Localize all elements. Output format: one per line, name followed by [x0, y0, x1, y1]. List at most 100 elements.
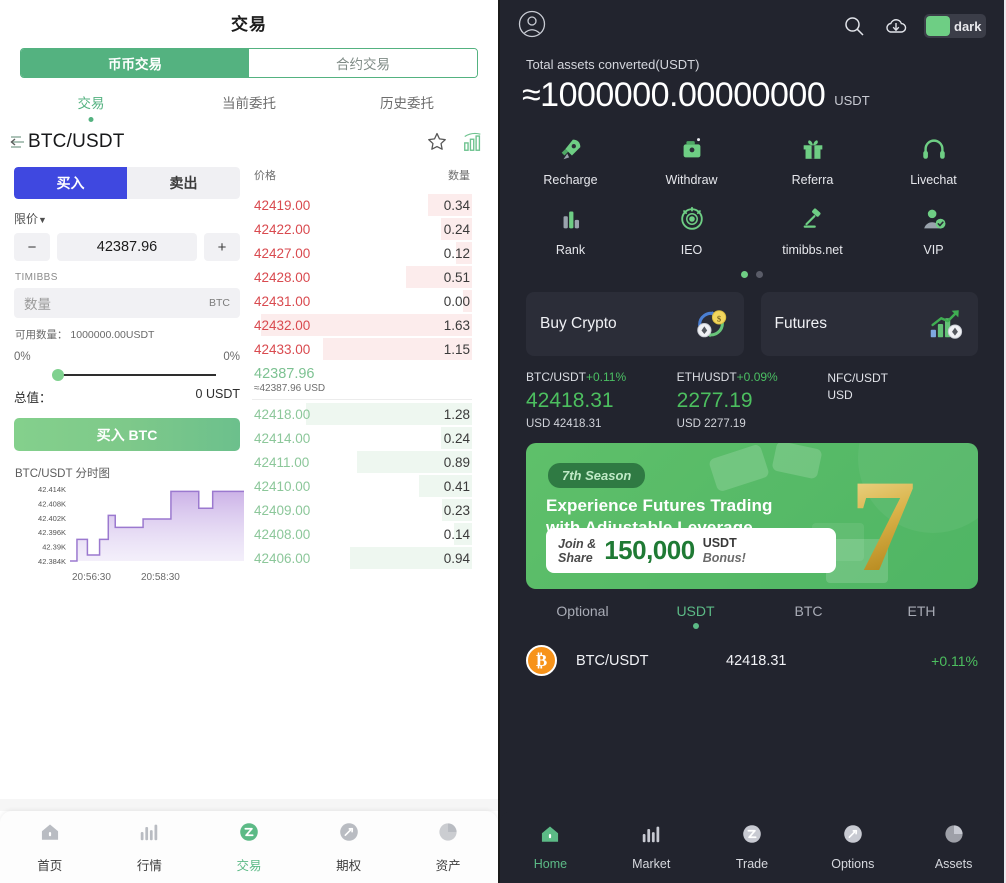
order-price: 42414.00 [254, 430, 311, 446]
market-change: +0.11% [931, 652, 978, 669]
banner-headline-line1: Experience Futures Trading [546, 496, 773, 515]
chart-y-label: 42.414K [38, 485, 66, 494]
carousel-dots[interactable] [500, 271, 1004, 278]
search-icon[interactable] [842, 14, 866, 38]
order-type-select[interactable]: 限价▼ [14, 210, 240, 227]
futures-card[interactable]: Futures [760, 292, 978, 356]
mid-price-block: 42387.96 ≈42387.96 USD [252, 361, 472, 396]
segment-spot[interactable]: 币币交易 [21, 49, 249, 77]
order-book-row[interactable]: 42414.00 0.24 [252, 426, 472, 450]
order-book-row[interactable]: 42411.00 0.89 [252, 450, 472, 474]
carousel-dot-1[interactable] [756, 271, 763, 278]
slider-knob[interactable] [52, 369, 64, 381]
tab-trade[interactable]: 交易 [12, 92, 170, 123]
order-book-row[interactable]: 42431.00 0.00 [252, 289, 472, 313]
buy-crypto-card[interactable]: Buy Crypto $ [526, 292, 744, 356]
order-tabs[interactable]: 交易 当前委托 历史委托 [0, 92, 498, 123]
back-arrow-icon[interactable] [10, 135, 26, 149]
market-tab-BTC[interactable]: BTC [752, 603, 865, 631]
slider-track[interactable] [58, 374, 216, 376]
shortcut-VIP[interactable]: VIP [873, 205, 994, 257]
nav-item-期权[interactable]: 期权 [299, 821, 399, 874]
market-tab-Optional[interactable]: Optional [526, 603, 639, 631]
nav-item-Market[interactable]: Market [601, 823, 702, 871]
order-book-row[interactable]: 42418.00 1.28 [252, 402, 472, 426]
order-book-row[interactable]: 42433.00 1.15 [252, 337, 472, 361]
banner-share: Share [558, 550, 593, 565]
chart-bars-icon[interactable] [462, 131, 484, 153]
price-input[interactable]: 42387.96 [57, 233, 197, 261]
nav-item-交易[interactable]: 交易 [199, 821, 299, 874]
market-tab-ETH[interactable]: ETH [865, 603, 978, 631]
shortcut-label: Livechat [910, 173, 957, 187]
feature-cards[interactable]: Buy Crypto $ Futures [500, 278, 1004, 356]
order-book-row[interactable]: 42427.00 0.12 [252, 241, 472, 265]
mini-chart-title: BTC/USDT 分时图 [15, 468, 110, 480]
promo-banner[interactable]: 7 7th Season Experience Futures Trading … [526, 443, 978, 589]
shortcut-Rank[interactable]: Rank [510, 205, 631, 257]
nav-item-行情[interactable]: 行情 [100, 821, 200, 874]
shortcut-grid[interactable]: Recharge Withdraw Referra Livechat Rank IEO ti… [500, 115, 1004, 275]
shortcut-Withdraw[interactable]: Withdraw [631, 135, 752, 187]
shortcut-IEO[interactable]: IEO [631, 205, 752, 257]
order-book-row[interactable]: 42409.00 0.23 [252, 498, 472, 522]
order-book-row[interactable]: 42406.00 0.94 [252, 546, 472, 570]
toggle-knob[interactable] [926, 16, 950, 36]
ticker-row[interactable]: BTC/USDT+0.11% 42418.31 USD 42418.31 ETH/US… [500, 356, 1004, 430]
order-price: 42419.00 [254, 197, 311, 213]
buy-sell-toggle[interactable]: 买入 卖出 [14, 167, 240, 199]
nav-item-资产[interactable]: 资产 [398, 821, 498, 874]
download-cloud-icon[interactable] [884, 14, 908, 38]
theme-toggle[interactable]: dark [924, 14, 986, 38]
market-tabs[interactable]: Optional USDT BTC ETH [500, 589, 1004, 631]
shortcut-label: VIP [923, 243, 944, 257]
segment-futures[interactable]: 合约交易 [249, 49, 477, 77]
price-stepper[interactable]: − 42387.96 + [14, 233, 240, 261]
submit-buy-button[interactable]: 买入 BTC [14, 418, 240, 451]
order-book-row[interactable]: 42432.00 1.63 [252, 313, 472, 337]
order-amount: 1.15 [443, 341, 470, 357]
tab-open-orders[interactable]: 当前委托 [170, 92, 328, 123]
market-list[interactable]: ₿ BTC/USDT 42418.31 +0.11% [500, 631, 1004, 676]
market-tab-USDT[interactable]: USDT [639, 603, 752, 631]
order-book-row[interactable]: 42408.00 0.14 [252, 522, 472, 546]
nav-item-Trade[interactable]: Trade [702, 823, 803, 871]
sell-tab[interactable]: 卖出 [127, 167, 240, 199]
order-book-row[interactable]: 42422.00 0.24 [252, 217, 472, 241]
order-price: 42418.00 [254, 406, 311, 422]
order-book-row[interactable]: 42410.00 0.41 [252, 474, 472, 498]
ticker-BTC/USDT[interactable]: BTC/USDT+0.11% 42418.31 USD 42418.31 [526, 370, 677, 430]
market-row[interactable]: ₿ BTC/USDT 42418.31 +0.11% [500, 631, 1004, 676]
bottom-nav-left[interactable]: 首页 行情 交易 期权 资产 [0, 811, 498, 883]
ieo-atom-icon [678, 205, 706, 233]
user-avatar-icon[interactable] [518, 10, 546, 43]
order-book-row[interactable]: 42428.00 0.51 [252, 265, 472, 289]
nav-item-Options[interactable]: Options [802, 823, 903, 871]
mid-price-usd: ≈42387.96 USD [254, 383, 326, 394]
order-book: 价格 数量 42419.00 0.34 42422.00 0.24 42427.00 0.… [252, 165, 486, 583]
bottom-nav-right[interactable]: Home Market Trade Options Assets [500, 811, 1004, 883]
order-price: 42422.00 [254, 221, 311, 237]
nav-item-Home[interactable]: Home [500, 823, 601, 871]
total-assets-currency: USDT [834, 93, 870, 108]
chart-x-label-0: 20:56:30 [72, 572, 111, 583]
percent-left: 0% [14, 351, 31, 363]
order-book-row[interactable]: 42419.00 0.34 [252, 193, 472, 217]
ticker-ETH/USDT[interactable]: ETH/USDT+0.09% 2277.19 USD 2277.19 [677, 370, 828, 430]
shortcut-Referra[interactable]: Referra [752, 135, 873, 187]
tab-order-history[interactable]: 历史委托 [328, 92, 486, 123]
price-increment-button[interactable]: + [204, 233, 240, 261]
shortcut-timibbs.net[interactable]: timibbs.net [752, 205, 873, 257]
buy-tab[interactable]: 买入 [14, 167, 127, 199]
trade-mode-segmented-control[interactable]: 币币交易 合约交易 [20, 48, 478, 78]
amount-input[interactable]: 数量 BTC [14, 288, 240, 318]
price-decrement-button[interactable]: − [14, 233, 50, 261]
shortcut-Recharge[interactable]: Recharge [510, 135, 631, 187]
carousel-dot-0[interactable] [741, 271, 748, 278]
nav-item-首页[interactable]: 首页 [0, 821, 100, 874]
star-icon[interactable] [426, 131, 448, 153]
nav-item-Assets[interactable]: Assets [903, 823, 1004, 871]
shortcut-Livechat[interactable]: Livechat [873, 135, 994, 187]
amount-slider[interactable] [14, 367, 240, 383]
ticker-NFC/USDT[interactable]: NFC/USDT USD [827, 370, 978, 430]
